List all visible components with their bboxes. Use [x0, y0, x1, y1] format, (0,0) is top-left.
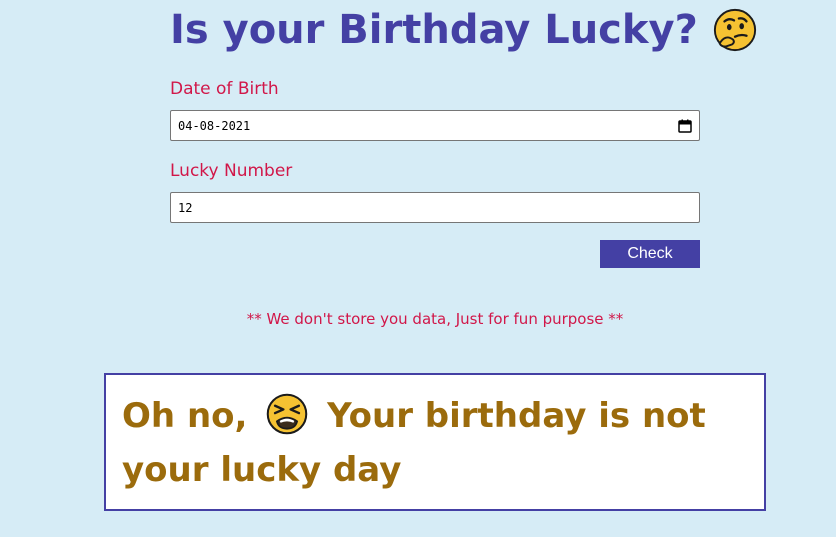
- privacy-note: ** We don't store you data, Just for fun…: [246, 310, 624, 328]
- thinking-face-icon: [713, 8, 756, 52]
- result-prefix: Oh no,: [122, 396, 248, 436]
- tired-face-icon: [267, 393, 308, 435]
- check-button[interactable]: Check: [600, 240, 700, 268]
- result-message: Oh no, Your birthday is not your lucky d…: [122, 389, 748, 497]
- lucky-number-label: Lucky Number: [170, 161, 293, 181]
- dob-date-input[interactable]: 04-08-2021: [170, 110, 700, 141]
- title-text: Is your Birthday Lucky?: [170, 7, 698, 53]
- page-title: Is your Birthday Lucky?: [170, 4, 758, 56]
- dob-value: 04-08-2021: [178, 118, 251, 133]
- dob-label: Date of Birth: [170, 79, 279, 99]
- lucky-number-input[interactable]: 12: [170, 192, 700, 223]
- lucky-number-value: 12: [178, 200, 193, 215]
- calendar-icon[interactable]: [678, 119, 692, 133]
- result-box: Oh no, Your birthday is not your lucky d…: [104, 373, 766, 511]
